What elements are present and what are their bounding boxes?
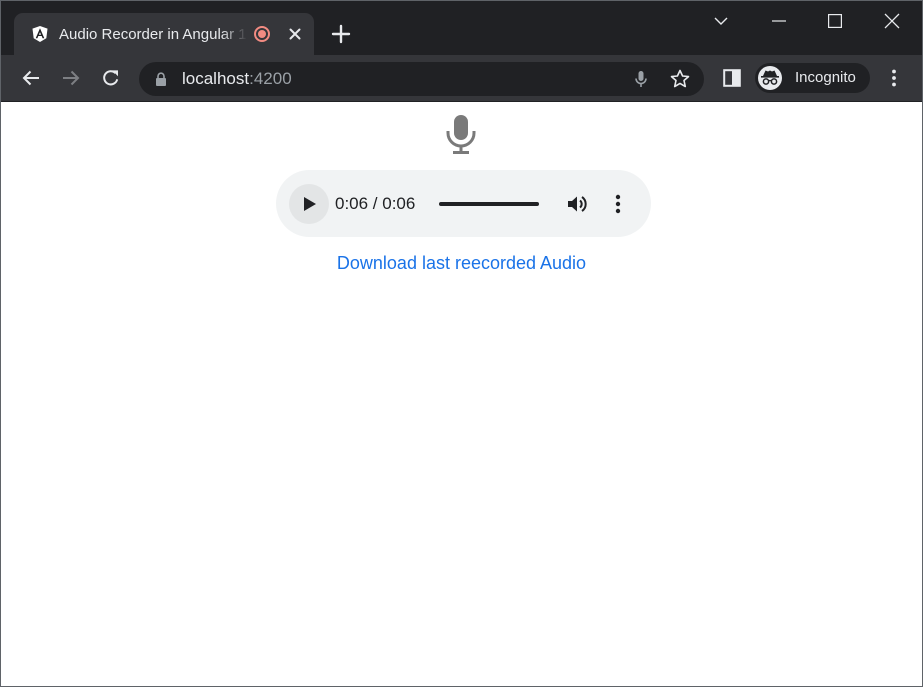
maximize-icon (828, 14, 842, 28)
side-panel-button[interactable] (717, 63, 747, 93)
incognito-avatar (758, 66, 782, 90)
reload-icon (103, 70, 119, 86)
tab-strip: Audio Recorder in Angular 14 (1, 1, 922, 55)
minimize-button[interactable] (751, 1, 807, 41)
lock-icon[interactable] (155, 72, 167, 86)
plus-icon[interactable] (329, 22, 353, 46)
incognito-label: Incognito (795, 69, 856, 86)
audio-player[interactable]: 0:06 / 0:06 (276, 170, 651, 237)
browser-window: Audio Recorder in Angular 14 localhost:4… (0, 0, 923, 687)
microphone-icon[interactable] (444, 114, 478, 154)
download-link[interactable]: Download last reecorded Audio (337, 253, 586, 273)
more-vert-icon[interactable] (608, 192, 628, 216)
url-host: localhost (182, 69, 250, 88)
incognito-badge[interactable]: Incognito (755, 63, 870, 93)
seek-slider[interactable] (439, 202, 539, 206)
tab-title: Audio Recorder in Angular 14 (59, 25, 247, 45)
browser-menu-button[interactable] (881, 63, 907, 93)
tab-audio-recorder[interactable]: Audio Recorder in Angular 14 (14, 13, 314, 55)
url-port: :4200 (249, 69, 292, 88)
playback-time: 0:06 / 0:06 (335, 194, 416, 213)
browser-toolbar: localhost:4200 Incognito (1, 55, 922, 102)
kebab-menu-icon (892, 69, 896, 87)
microphone-icon[interactable] (631, 69, 651, 89)
play-button[interactable] (289, 184, 329, 224)
download-link-row: Download last reecorded Audio (1, 252, 922, 274)
url-text[interactable]: localhost:4200 (182, 69, 292, 89)
minimize-icon (772, 20, 786, 22)
back-button[interactable] (16, 63, 46, 93)
page-content: 0:06 / 0:06 Download last reecorded Audi… (1, 102, 922, 686)
angular-logo-icon (32, 26, 48, 42)
close-icon[interactable] (285, 24, 305, 44)
recording-dot-icon (254, 26, 270, 42)
reload-button[interactable] (96, 63, 126, 93)
back-arrow-icon (22, 70, 39, 86)
maximize-button[interactable] (807, 1, 863, 41)
close-icon (884, 13, 900, 29)
forward-arrow-icon (63, 70, 80, 86)
incognito-icon (761, 70, 779, 85)
play-icon (304, 197, 316, 211)
star-icon[interactable] (669, 68, 691, 90)
forward-button[interactable] (56, 63, 86, 93)
address-bar[interactable]: localhost:4200 (139, 62, 704, 96)
volume-icon[interactable] (566, 192, 590, 216)
chevron-down-icon (714, 17, 728, 25)
tab-search-button[interactable] (693, 1, 749, 41)
side-panel-icon (723, 69, 741, 87)
window-close-button[interactable] (864, 1, 920, 41)
